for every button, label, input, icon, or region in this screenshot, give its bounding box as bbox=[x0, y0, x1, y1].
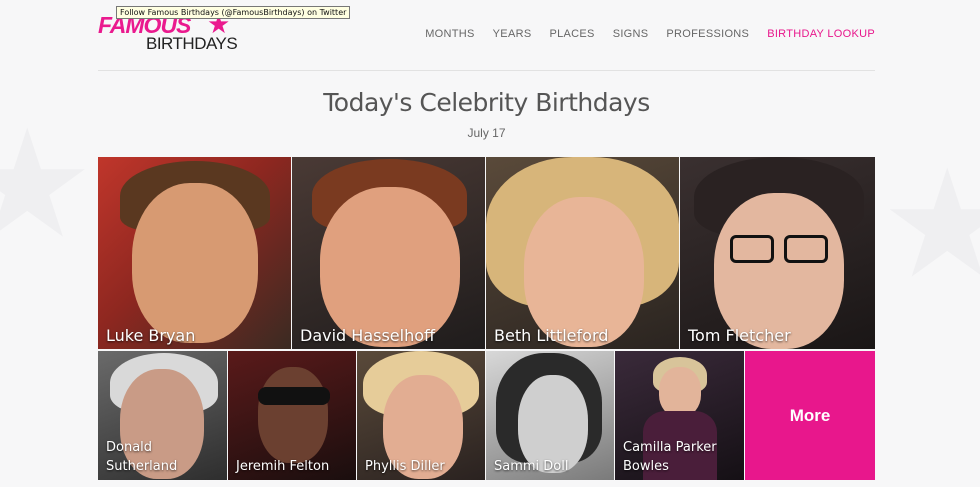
nav-places[interactable]: PLACES bbox=[549, 28, 594, 40]
celebrity-tile[interactable]: Tom Fletcher bbox=[680, 157, 875, 349]
celebrity-tile[interactable]: Sammi Doll bbox=[486, 351, 614, 480]
background-star-icon: ★ bbox=[0, 98, 95, 272]
celebrity-tile[interactable]: Phyllis Diller bbox=[357, 351, 485, 480]
celebrity-name: Jeremih Felton bbox=[236, 459, 330, 474]
nav-birthday-lookup[interactable]: BIRTHDAY LOOKUP bbox=[767, 28, 875, 40]
photo-shape bbox=[659, 367, 701, 417]
celebrity-name: Donald Sutherland bbox=[106, 440, 178, 474]
celebrity-name: Tom Fletcher bbox=[688, 326, 791, 345]
celebrity-tile[interactable]: Jeremih Felton bbox=[228, 351, 356, 480]
glasses-icon bbox=[730, 235, 774, 263]
glasses-icon bbox=[784, 235, 828, 263]
celebrity-name: Phyllis Diller bbox=[365, 459, 445, 474]
photo-shape bbox=[524, 197, 644, 347]
celebrity-tile[interactable]: Donald Sutherland bbox=[98, 351, 227, 480]
nav-years[interactable]: YEARS bbox=[493, 28, 532, 40]
photo-shape bbox=[132, 183, 258, 343]
celebrity-name: Luke Bryan bbox=[106, 326, 196, 345]
celebrity-name: Sammi Doll bbox=[494, 459, 569, 474]
celebrity-name: David Hasselhoff bbox=[300, 326, 436, 345]
celebrity-name: Beth Littleford bbox=[494, 326, 609, 345]
nav-months[interactable]: MONTHS bbox=[425, 28, 474, 40]
twitter-tooltip: Follow Famous Birthdays (@FamousBirthday… bbox=[116, 6, 351, 19]
nav-signs[interactable]: SIGNS bbox=[613, 28, 649, 40]
photo-shape bbox=[258, 367, 328, 463]
nav-professions[interactable]: PROFESSIONS bbox=[666, 28, 749, 40]
logo-birthdays-text: BIRTHDAYS bbox=[146, 34, 238, 53]
background-star-icon: ★ bbox=[880, 138, 980, 312]
famous-birthdays-logo[interactable]: FAMOUS ★ BIRTHDAYS bbox=[98, 12, 238, 56]
celebrity-tile[interactable]: Camilla Parker Bowles bbox=[615, 351, 744, 480]
sunglasses-icon bbox=[258, 387, 330, 405]
date-label: July 17 bbox=[467, 126, 506, 140]
page: FAMOUS ★ BIRTHDAYS Follow Famous Birthda… bbox=[98, 0, 875, 487]
photo-shape bbox=[320, 187, 460, 347]
more-button[interactable]: More bbox=[745, 351, 875, 480]
main-nav: MONTHS YEARS PLACES SIGNS PROFESSIONS BI… bbox=[407, 28, 875, 40]
site-header: FAMOUS ★ BIRTHDAYS Follow Famous Birthda… bbox=[98, 0, 875, 70]
header-divider bbox=[98, 70, 875, 71]
page-title: Today's Celebrity Birthdays bbox=[323, 88, 650, 117]
celebrity-tile[interactable]: David Hasselhoff bbox=[292, 157, 485, 349]
celebrity-tile[interactable]: Beth Littleford bbox=[486, 157, 679, 349]
celebrity-name: Camilla Parker Bowles bbox=[623, 440, 717, 474]
celebrity-tile[interactable]: Luke Bryan bbox=[98, 157, 291, 349]
